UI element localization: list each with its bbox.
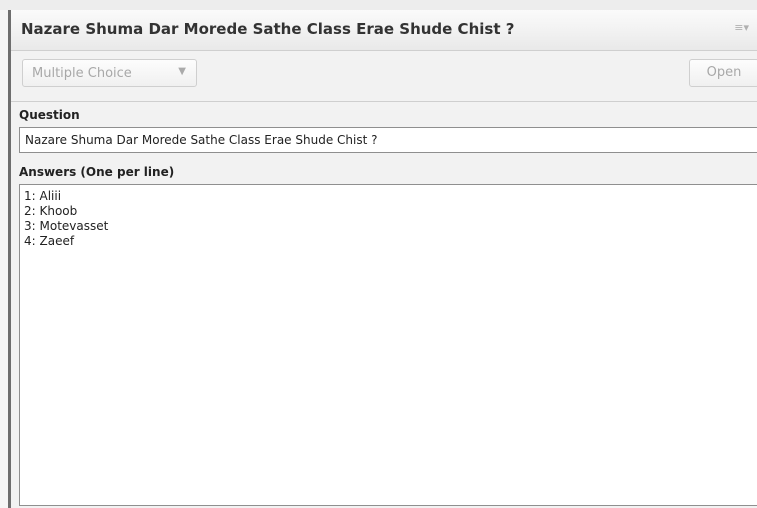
question-input[interactable] xyxy=(19,127,757,153)
question-type-dropdown[interactable]: Multiple Choice ▼ xyxy=(22,59,197,87)
answer-line: 3: Motevasset xyxy=(24,219,109,233)
poll-toolbar: Multiple Choice ▼ Open xyxy=(11,51,757,102)
question-type-value: Multiple Choice xyxy=(32,66,132,81)
question-label: Question xyxy=(19,108,80,122)
answers-label: Answers (One per line) xyxy=(19,165,175,179)
pod-titlebar: Nazare Shuma Dar Morede Sathe Class Erae… xyxy=(11,10,757,51)
answer-line: 1: Aliii xyxy=(24,189,62,203)
background-decoration xyxy=(0,0,757,10)
pod-title: Nazare Shuma Dar Morede Sathe Class Erae… xyxy=(21,20,515,38)
poll-pod: Nazare Shuma Dar Morede Sathe Class Erae… xyxy=(8,10,757,508)
open-poll-button[interactable]: Open xyxy=(689,59,757,87)
pod-options-menu-icon[interactable]: ≡▾ xyxy=(734,21,749,34)
answer-line: 4: Zaeef xyxy=(24,234,75,248)
screen: Nazare Shuma Dar Morede Sathe Class Erae… xyxy=(0,0,757,508)
answers-textarea[interactable]: 1: Aliii 2: Khoob 3: Motevasset 4: Zaeef xyxy=(19,184,757,506)
chevron-down-icon: ▼ xyxy=(178,66,186,77)
answer-line: 2: Khoob xyxy=(24,204,78,218)
